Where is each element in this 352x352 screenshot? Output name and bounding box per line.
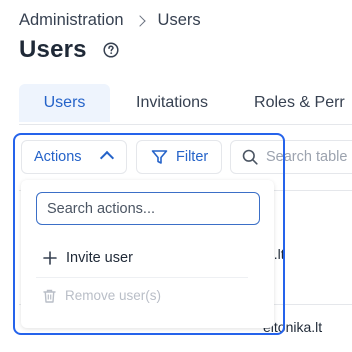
actions-dropdown: Invite user Remove user(s)	[21, 180, 274, 328]
menu-divider	[36, 277, 248, 278]
breadcrumb-parent-link[interactable]: Administration	[19, 11, 124, 30]
actions-search-input[interactable]	[36, 192, 260, 225]
breadcrumb-current: Users	[157, 11, 201, 29]
table-search-input[interactable]	[266, 149, 352, 165]
breadcrumb: Administration Users	[19, 11, 201, 30]
chevron-up-icon	[99, 150, 115, 166]
remove-users-label: Remove user(s)	[65, 288, 162, 303]
users-admin-page: Administration Users Users Users Invitat…	[0, 0, 352, 352]
funnel-icon	[151, 150, 168, 164]
search-icon	[242, 149, 258, 165]
filter-button[interactable]: Filter	[136, 140, 222, 174]
filter-button-label: Filter	[176, 149, 209, 165]
chevron-right-icon	[133, 14, 146, 27]
title-row: Users	[19, 36, 119, 64]
tab-roles-permissions[interactable]: Roles & Perr	[254, 84, 345, 122]
tab-users[interactable]: Users	[19, 84, 110, 122]
tab-invitations[interactable]: Invitations	[136, 84, 208, 122]
question-circle-icon[interactable]	[103, 42, 119, 58]
plus-icon	[43, 251, 57, 265]
trash-icon	[43, 289, 56, 303]
remove-users-menu-item: Remove user(s)	[43, 288, 161, 303]
actions-button[interactable]: Actions	[21, 140, 127, 174]
page-title: Users	[19, 36, 87, 63]
actions-button-label: Actions	[34, 149, 82, 165]
tab-bar: Users Invitations Roles & Perr	[19, 84, 352, 125]
invite-user-label: Invite user	[66, 250, 133, 266]
table-search-box[interactable]	[230, 140, 352, 174]
invite-user-menu-item[interactable]: Invite user	[43, 250, 133, 266]
